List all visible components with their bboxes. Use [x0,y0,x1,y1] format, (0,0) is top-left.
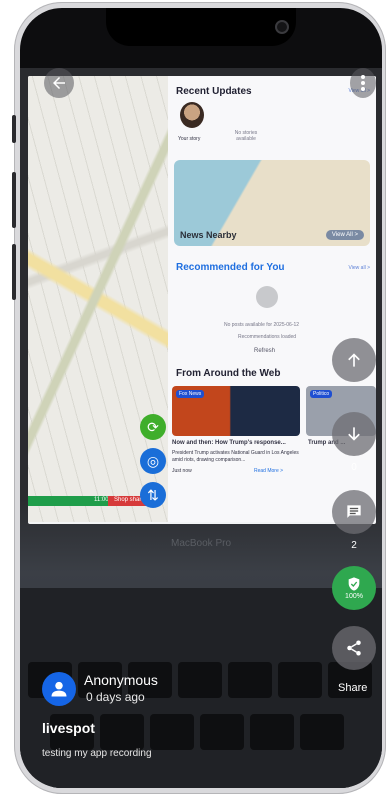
keyboard-key [150,714,194,750]
keyboard-key [228,662,272,698]
phone-volume-up-button [12,172,16,228]
recommended-heading: Recommended for You [176,262,285,273]
phone-volume-down-button [12,244,16,300]
fox-news-badge: Fox News [176,390,205,398]
keyboard-key [178,662,222,698]
comment-count: 2 [351,540,357,551]
map-refresh-icon: ⟳ [140,414,166,440]
story-avatar [180,102,204,128]
recommended-view-all: View all > [348,265,370,271]
map-directions-icon: ⇅ [140,482,166,508]
comment-icon [347,505,361,518]
news-headline: Now and then: How Trump's response... [172,440,286,446]
front-camera [275,20,289,34]
web-page: Recent Updates View all > Your story No … [168,76,376,522]
phone-mute-switch [12,115,16,143]
trust-score-value: 100% [345,593,363,600]
no-posts-text: No posts available for 2025-06-12 [224,322,300,328]
news-subheadline: President Trump activates National Guard… [172,450,299,463]
trust-score-button[interactable]: 100% [332,566,376,610]
your-story-label: Your story [178,136,201,142]
news-nearby-title: News Nearby [180,230,237,240]
thumbs-up-icon [256,286,278,308]
user-icon [51,681,67,697]
share-label[interactable]: Share [338,682,367,694]
shield-check-icon [348,577,360,591]
more-options-button[interactable] [350,68,376,98]
upvote-button[interactable] [332,338,376,382]
politico-badge: Politico [310,390,333,398]
map-locate-icon: ◎ [140,448,166,474]
share-button[interactable] [332,626,376,670]
post-title: livespot [42,720,95,736]
post-description: testing my app recording [42,748,152,759]
no-stories-label: No stories available [234,130,258,142]
phone-notch [106,8,296,46]
back-arrow-icon [53,77,65,89]
keyboard-key [250,714,294,750]
recommendations-loaded-text: Recommendations loaded [238,334,297,340]
news-time: Just now [172,468,192,474]
post-time: 0 days ago [86,690,145,704]
keyboard-key [100,714,144,750]
laptop-screen: 11:00 Shop share ⟳ ◎ ⇅ Recent Updates Vi… [28,76,376,524]
map-view: 11:00 Shop share ⟳ ◎ ⇅ [28,76,168,522]
news-nearby-view-all: View All > [325,230,364,240]
news-nearby-card: News Nearby View All > [174,160,370,246]
keyboard-key [200,714,244,750]
around-web-heading: From Around the Web [176,368,281,379]
more-vertical-icon [361,75,365,91]
refresh-link: Refresh [254,348,276,354]
recent-updates-heading: Recent Updates [176,86,252,97]
vote-count: 0 [351,462,357,473]
author-name[interactable]: Anonymous [84,672,158,688]
share-icon [347,640,361,656]
keyboard-key [300,714,344,750]
back-button[interactable] [44,68,74,98]
arrow-down-icon [348,427,360,441]
map-time: 11:00 [94,497,109,503]
laptop-brand-label: MacBook Pro [170,538,232,549]
phone-screen: 11:00 Shop share ⟳ ◎ ⇅ Recent Updates Vi… [20,8,382,788]
news-read-more: Read More > [254,468,284,474]
downvote-button[interactable] [332,412,376,456]
comment-button[interactable] [332,490,376,534]
author-avatar[interactable] [42,672,76,706]
arrow-up-icon [348,353,360,367]
video-frame[interactable]: 11:00 Shop share ⟳ ◎ ⇅ Recent Updates Vi… [20,68,382,788]
keyboard-key [278,662,322,698]
news-card-image: Fox News [172,386,300,436]
